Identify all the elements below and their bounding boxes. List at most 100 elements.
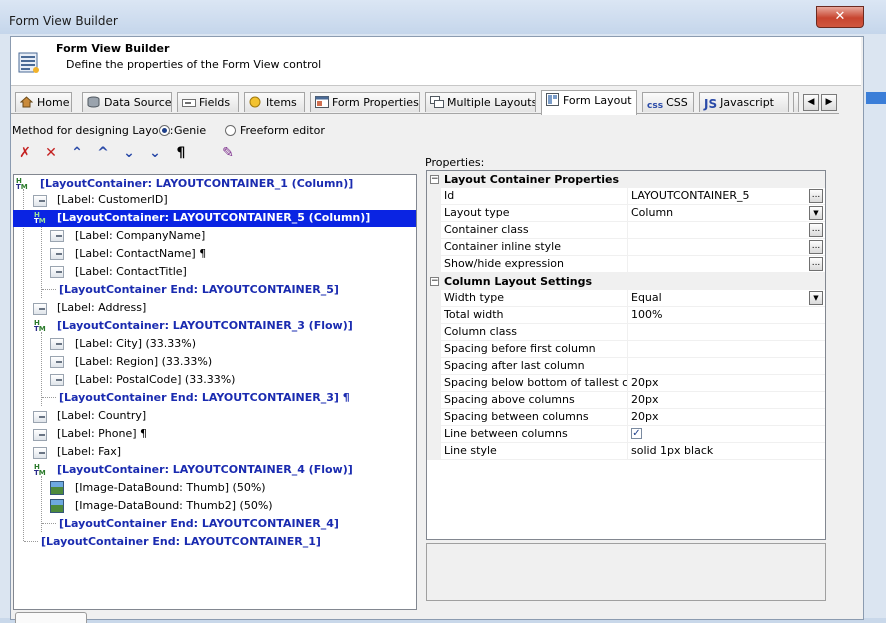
tab-overflow[interactable] <box>793 92 799 112</box>
property-row-spacing-between-columns[interactable]: Spacing between columns 20px <box>427 409 825 426</box>
tab-form-layout[interactable]: Form Layout <box>541 90 637 115</box>
freeform-editor-radio[interactable] <box>225 125 236 136</box>
javascript-icon: JS <box>704 97 718 111</box>
property-name: Container class <box>444 222 628 238</box>
tree-item-label-phone[interactable]: [Label: Phone] ¶ <box>57 425 147 442</box>
property-row-id[interactable]: Id LAYOUTCONTAINER_5... <box>427 188 825 205</box>
tree-item-label-customerid[interactable]: [Label: CustomerID] <box>57 191 168 208</box>
tab-home[interactable]: Home <box>15 92 72 112</box>
ellipsis-button[interactable]: ... <box>809 257 823 271</box>
tree-item-label-city[interactable]: [Label: City] (33.33%) <box>75 335 196 352</box>
tree-item-layoutcontainer-5-end[interactable]: [LayoutContainer End: LAYOUTCONTAINER_5] <box>59 281 339 298</box>
row-gutter <box>427 222 441 239</box>
property-value[interactable]: solid 1px black <box>631 443 807 459</box>
property-value[interactable]: 20px <box>631 392 807 408</box>
property-row-total-width[interactable]: Total width 100% <box>427 307 825 324</box>
tab-scroll-right-button[interactable]: ▶ <box>821 94 837 111</box>
tab-items[interactable]: Items <box>244 92 305 112</box>
tree-item-layoutcontainer-1-end[interactable]: [LayoutContainer End: LAYOUTCONTAINER_1] <box>41 533 321 550</box>
property-value[interactable]: Equal <box>631 290 807 306</box>
property-row-show-hide-expression[interactable]: Show/hide expression... <box>427 256 825 273</box>
dropdown-button[interactable]: ▼ <box>809 206 823 220</box>
property-name: Show/hide expression <box>444 256 628 272</box>
ellipsis-button[interactable]: ... <box>809 223 823 237</box>
tree-item-layoutcontainer-3[interactable]: [LayoutContainer: LAYOUTCONTAINER_3 (Flo… <box>57 317 353 334</box>
tree-item-label-fax[interactable]: [Label: Fax] <box>57 443 121 460</box>
delete-icon[interactable]: ✕ <box>42 144 60 162</box>
category-column-layout-settings[interactable]: − Column Layout Settings <box>427 273 825 290</box>
tree-item-layoutcontainer-4-end[interactable]: [LayoutContainer End: LAYOUTCONTAINER_4] <box>59 515 339 532</box>
property-description-panel <box>426 543 826 601</box>
property-value[interactable]: LAYOUTCONTAINER_5 <box>631 188 807 204</box>
tree-item-layoutcontainer-1[interactable]: [LayoutContainer: LAYOUTCONTAINER_1 (Col… <box>40 175 353 192</box>
property-row-column-class[interactable]: Column class <box>427 324 825 341</box>
layout-container-icon: H TM <box>34 319 46 333</box>
tree-guide <box>42 289 56 290</box>
tab-multiple-layouts[interactable]: Multiple Layouts <box>425 92 536 112</box>
image-icon <box>50 499 64 513</box>
property-row-line-style[interactable]: Line style solid 1px black <box>427 443 825 460</box>
property-row-container-inline-style[interactable]: Container inline style... <box>427 239 825 256</box>
tab-javascript[interactable]: JS Javascript <box>699 92 789 112</box>
tab-data-source[interactable]: Data Source <box>82 92 172 112</box>
tree-item-layoutcontainer-5[interactable]: [LayoutContainer: LAYOUTCONTAINER_5 (Col… <box>57 209 370 226</box>
edit-brush-icon[interactable]: ✎ <box>219 144 237 162</box>
form-properties-icon <box>315 95 329 108</box>
property-value[interactable]: Column <box>631 205 807 221</box>
tree-item-image-thumb2[interactable]: [Image-DataBound: Thumb2] (50%) <box>75 497 273 514</box>
dropdown-button[interactable]: ▼ <box>809 291 823 305</box>
row-gutter <box>427 307 441 324</box>
tab-scroll-left-button[interactable]: ◀ <box>803 94 819 111</box>
close-button[interactable]: ✕ <box>816 6 864 28</box>
label-icon <box>33 447 47 459</box>
label-icon <box>33 195 47 207</box>
tree-item-label-companyname[interactable]: [Label: CompanyName] <box>75 227 205 244</box>
category-layout-container-properties[interactable]: − Layout Container Properties <box>427 171 825 188</box>
tree-item-layoutcontainer-3-end[interactable]: [LayoutContainer End: LAYOUTCONTAINER_3]… <box>59 389 350 406</box>
tab-css[interactable]: css CSS <box>642 92 694 112</box>
property-name: Spacing after last column <box>444 358 628 374</box>
delete-all-icon[interactable]: ✗ <box>16 144 34 162</box>
label-icon <box>50 356 64 368</box>
label-icon <box>50 230 64 242</box>
property-row-layout-type[interactable]: Layout type Column ▼ <box>427 205 825 222</box>
property-row-spacing-above-columns[interactable]: Spacing above columns 20px <box>427 392 825 409</box>
pilcrow-icon[interactable]: ¶ <box>172 144 190 162</box>
tree-item-label-postalcode[interactable]: [Label: PostalCode] (33.33%) <box>75 371 235 388</box>
move-down-icon[interactable]: ⌄ <box>120 144 138 162</box>
line-between-columns-checkbox[interactable]: ✓ <box>631 428 642 439</box>
ellipsis-button[interactable]: ... <box>809 240 823 254</box>
property-value[interactable]: 20px <box>631 409 807 425</box>
move-bottom-icon[interactable]: ⌄ <box>146 144 164 162</box>
row-gutter <box>427 375 441 392</box>
property-row-line-between-columns[interactable]: Line between columns ✓ <box>427 426 825 443</box>
move-up-icon[interactable]: ^ <box>94 144 112 162</box>
property-row-spacing-below-bottom[interactable]: Spacing below bottom of tallest column20… <box>427 375 825 392</box>
tree-item-label-region[interactable]: [Label: Region] (33.33%) <box>75 353 212 370</box>
property-row-spacing-before-first-column[interactable]: Spacing before first column <box>427 341 825 358</box>
collapse-icon[interactable]: − <box>430 277 439 286</box>
tree-item-label-country[interactable]: [Label: Country] <box>57 407 146 424</box>
label-icon <box>50 248 64 260</box>
property-value[interactable]: 20px <box>631 375 807 391</box>
tree-item-label-address[interactable]: [Label: Address] <box>57 299 146 316</box>
ellipsis-button[interactable]: ... <box>809 189 823 203</box>
tree-item-label-contacttitle[interactable]: [Label: ContactTitle] <box>75 263 187 280</box>
tree-item-label-contactname[interactable]: [Label: ContactName] ¶ <box>75 245 206 262</box>
property-value[interactable]: 100% <box>631 307 807 323</box>
move-top-icon[interactable]: ⌃ <box>68 144 86 162</box>
property-row-container-class[interactable]: Container class... <box>427 222 825 239</box>
tree-item-image-thumb[interactable]: [Image-DataBound: Thumb] (50%) <box>75 479 266 496</box>
tab-fields[interactable]: Fields <box>177 92 239 112</box>
tree-item-layoutcontainer-4[interactable]: [LayoutContainer: LAYOUTCONTAINER_4 (Flo… <box>57 461 353 478</box>
row-gutter <box>427 188 441 205</box>
freeform-editor-radio-label[interactable]: Freeform editor <box>240 124 325 137</box>
property-row-width-type[interactable]: Width type Equal ▼ <box>427 290 825 307</box>
title-bar[interactable] <box>0 0 886 34</box>
collapse-icon[interactable]: − <box>430 175 439 184</box>
items-icon <box>249 95 263 108</box>
genie-radio[interactable] <box>159 125 170 136</box>
tab-form-properties[interactable]: Form Properties <box>310 92 420 112</box>
genie-radio-label[interactable]: Genie <box>174 124 206 137</box>
property-row-spacing-after-last-column[interactable]: Spacing after last column <box>427 358 825 375</box>
